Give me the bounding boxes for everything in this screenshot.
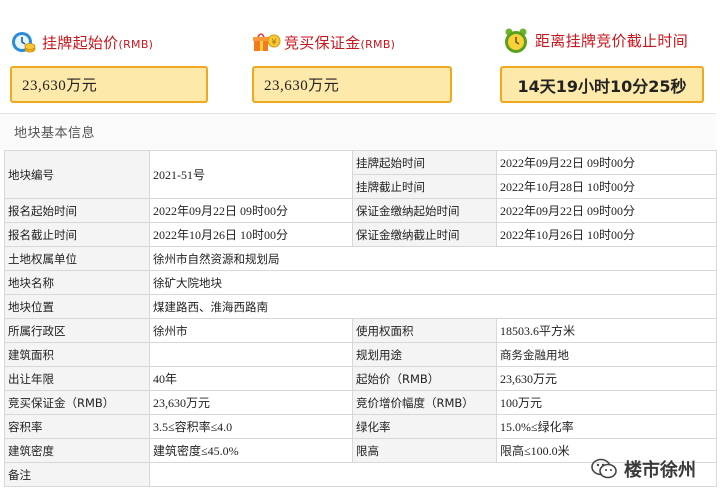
start-price-title: 挂牌起始价(RMB) bbox=[42, 33, 154, 52]
cell-label: 报名起始时间 bbox=[4, 198, 150, 223]
table-row: 报名起始时间 2022年09月22日 09时00分 保证金缴纳起始时间 2022… bbox=[4, 198, 717, 223]
cell-value: 煤建路西、淮海西路南 bbox=[149, 294, 717, 319]
section-title: 地块基本信息 bbox=[0, 113, 716, 149]
money-clock-icon bbox=[10, 29, 36, 55]
cell-label: 建筑面积 bbox=[4, 342, 150, 367]
cell-value: 徐州市 bbox=[149, 318, 353, 343]
cell-label: 规划用途 bbox=[352, 342, 497, 367]
watermark-text: 楼市徐州 bbox=[624, 460, 696, 481]
deadline-title: 距离挂牌竞价截止时间 bbox=[535, 31, 689, 50]
gift-money-icon: ¥ bbox=[252, 29, 281, 55]
cell-label: 建筑密度 bbox=[4, 438, 150, 463]
deposit-title: 竞买保证金(RMB) bbox=[284, 33, 396, 52]
cell-label: 保证金缴纳截止时间 bbox=[352, 222, 497, 247]
table-row: 出让年限 40年 起始价（RMB） 23,630万元 bbox=[4, 366, 717, 391]
cell-value bbox=[149, 342, 353, 367]
cell-label: 报名截止时间 bbox=[4, 222, 150, 247]
cell-label: 备注 bbox=[4, 462, 150, 487]
cell-value: 2022年10月28日 10时00分 bbox=[496, 174, 717, 199]
start-price-value: 23,630万元 bbox=[10, 66, 208, 103]
land-info-table: 地块编号 2021-51号 挂牌起始时间 2022年09月22日 09时00分 … bbox=[4, 150, 717, 487]
deposit-header: ¥ 竞买保证金(RMB) bbox=[252, 28, 395, 56]
table-row: 地块名称 徐矿大院地块 bbox=[4, 270, 717, 295]
cell-label: 使用权面积 bbox=[352, 318, 497, 343]
start-price-header: 挂牌起始价(RMB) bbox=[10, 28, 153, 56]
table-row: 土地权属单位 徐州市自然资源和规划局 bbox=[4, 246, 717, 271]
table-row: 容积率 3.5≤容积率≤4.0 绿化率 15.0%≤绿化率 bbox=[4, 414, 717, 439]
cell-value: 2022年09月22日 09时00分 bbox=[496, 150, 717, 175]
cell-label: 容积率 bbox=[4, 414, 150, 439]
cell-value: 23,630万元 bbox=[496, 366, 717, 391]
cell-label: 起始价（RMB） bbox=[352, 366, 497, 391]
cell-label: 土地权属单位 bbox=[4, 246, 150, 271]
cell-value: 40年 bbox=[149, 366, 353, 391]
cell-value: 18503.6平方米 bbox=[496, 318, 717, 343]
cell-value: 23,630万元 bbox=[149, 390, 353, 415]
cell-label: 挂牌截止时间 bbox=[352, 174, 497, 199]
cell-value: 2022年09月22日 09时00分 bbox=[149, 198, 353, 223]
cell-label: 挂牌起始时间 bbox=[352, 150, 497, 175]
svg-text:¥: ¥ bbox=[271, 38, 276, 47]
cell-value: 2022年10月26日 10时00分 bbox=[496, 222, 717, 247]
cell-value: 建筑密度≤45.0% bbox=[149, 438, 353, 463]
summary-header: 挂牌起始价(RMB) 23,630万元 ¥ 竞买保证金(RMB) 23,630万… bbox=[0, 0, 720, 113]
cell-label: 所属行政区 bbox=[4, 318, 150, 343]
table-row: 地块位置 煤建路西、淮海西路南 bbox=[4, 294, 717, 319]
cell-value: 100万元 bbox=[496, 390, 717, 415]
table-row: 建筑面积 规划用途 商务金融用地 bbox=[4, 342, 717, 367]
wechat-icon bbox=[590, 457, 618, 481]
deadline-header: 距离挂牌竞价截止时间 bbox=[503, 26, 688, 54]
table-row: 竞买保证金（RMB） 23,630万元 竞价增价幅度（RMB） 100万元 bbox=[4, 390, 717, 415]
cell-label: 出让年限 bbox=[4, 366, 150, 391]
watermark: 楼市徐州 bbox=[590, 456, 696, 482]
deposit-value: 23,630万元 bbox=[252, 66, 452, 103]
cell-value: 商务金融用地 bbox=[496, 342, 717, 367]
cell-label: 绿化率 bbox=[352, 414, 497, 439]
cell-value: 3.5≤容积率≤4.0 bbox=[149, 414, 353, 439]
table-row: 报名截止时间 2022年10月26日 10时00分 保证金缴纳截止时间 2022… bbox=[4, 222, 717, 247]
cell-label: 竞买保证金（RMB） bbox=[4, 390, 150, 415]
cell-label: 地块编号 bbox=[4, 150, 150, 199]
countdown-value: 14天19小时10分25秒 bbox=[500, 66, 704, 103]
cell-value: 15.0%≤绿化率 bbox=[496, 414, 717, 439]
table-row: 所属行政区 徐州市 使用权面积 18503.6平方米 bbox=[4, 318, 717, 343]
cell-value: 徐州市自然资源和规划局 bbox=[149, 246, 717, 271]
alarm-clock-icon bbox=[503, 27, 529, 53]
cell-value: 2021-51号 bbox=[149, 150, 353, 199]
cell-value: 2022年10月26日 10时00分 bbox=[149, 222, 353, 247]
cell-label: 限高 bbox=[352, 438, 497, 463]
cell-label: 地块名称 bbox=[4, 270, 150, 295]
cell-label: 保证金缴纳起始时间 bbox=[352, 198, 497, 223]
cell-label: 地块位置 bbox=[4, 294, 150, 319]
cell-value: 徐矿大院地块 bbox=[149, 270, 717, 295]
table-row: 地块编号 2021-51号 挂牌起始时间 2022年09月22日 09时00分 bbox=[4, 150, 717, 199]
cell-value: 2022年09月22日 09时00分 bbox=[496, 198, 717, 223]
cell-label: 竞价增价幅度（RMB） bbox=[352, 390, 497, 415]
